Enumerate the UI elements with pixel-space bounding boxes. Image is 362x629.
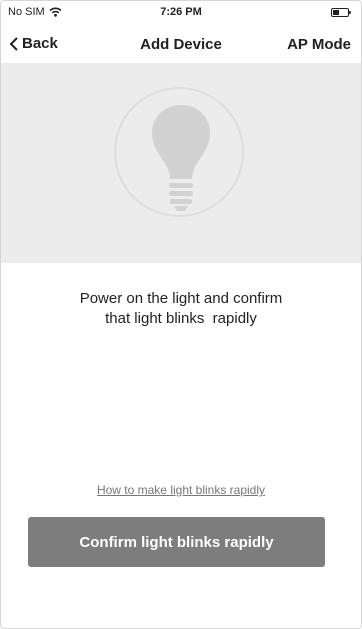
navigation-bar: Back Add Device AP Mode bbox=[1, 23, 361, 63]
confirm-blink-button[interactable]: Confirm light blinks rapidly bbox=[28, 517, 325, 567]
back-button[interactable]: Back bbox=[9, 35, 58, 52]
back-label: Back bbox=[22, 35, 58, 52]
battery-icon bbox=[331, 8, 351, 17]
hero-illustration bbox=[1, 63, 361, 263]
ap-mode-button[interactable]: AP Mode bbox=[287, 36, 351, 53]
add-device-screen: No SIM 7:26 PM Back Add Device AP Mode P… bbox=[0, 0, 362, 629]
instruction-text: Power on the light and confirm that ligh… bbox=[21, 289, 341, 329]
lightbulb-icon bbox=[152, 105, 210, 211]
status-bar: No SIM 7:26 PM bbox=[1, 1, 361, 23]
status-time: 7:26 PM bbox=[160, 6, 202, 18]
how-to-blink-link[interactable]: How to make light blinks rapidly bbox=[1, 483, 361, 497]
chevron-left-icon bbox=[9, 36, 18, 51]
instruction-line-1: Power on the light and confirm bbox=[79, 290, 283, 307]
instruction-line-2: that light blinks rapidly bbox=[105, 310, 257, 327]
